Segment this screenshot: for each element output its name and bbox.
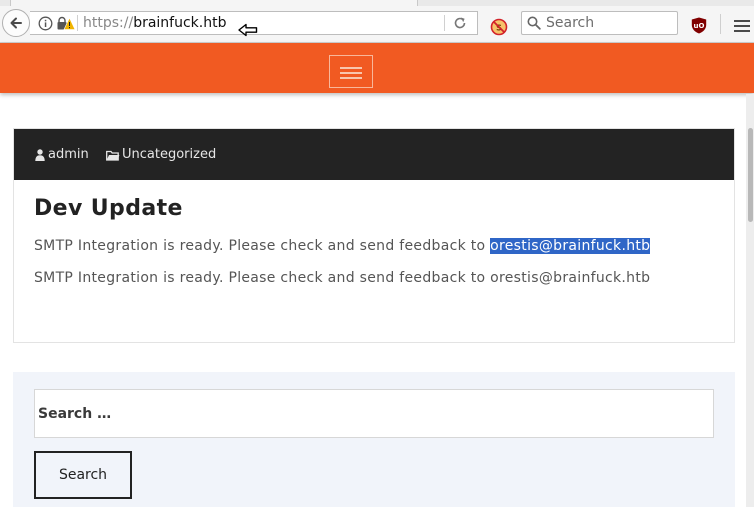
nav-toggle-bar	[340, 72, 362, 74]
back-arrow-icon	[10, 17, 22, 29]
post-content-line: SMTP Integration is ready. Please check …	[34, 237, 651, 255]
ublock-icon[interactable]: uO	[691, 17, 707, 34]
search-field[interactable]	[34, 389, 714, 438]
magnifier-icon	[527, 16, 541, 30]
svg-text:uO: uO	[694, 22, 705, 30]
post-author[interactable]: admin	[35, 147, 89, 163]
url-text[interactable]: https://brainfuck.htb	[83, 15, 226, 31]
url-scheme: https://	[83, 15, 134, 31]
site-header	[0, 43, 754, 93]
post-category[interactable]: Uncategorized	[106, 147, 216, 163]
search-submit-button[interactable]: Search	[34, 451, 132, 499]
post-content-line: SMTP Integration is ready. Please check …	[34, 270, 651, 286]
post-article: admin Uncategorized Dev Update SMTP Inte…	[13, 128, 735, 343]
noscript-icon[interactable]: S	[490, 18, 508, 36]
back-button[interactable]	[2, 9, 30, 37]
browser-search-placeholder: Search	[546, 15, 595, 31]
post-author-name[interactable]: admin	[48, 147, 89, 163]
nav-toggle-bar	[340, 77, 362, 79]
scrollbar-thumb[interactable]	[748, 128, 753, 222]
post-content-text: SMTP Integration is ready. Please check …	[34, 238, 491, 254]
search-input[interactable]	[35, 390, 713, 437]
browser-search-bar[interactable]: Search	[521, 11, 678, 35]
browser-toolbar: https://brainfuck.htb S Search uO	[0, 6, 754, 43]
nav-toggle-button[interactable]	[329, 55, 373, 88]
post-category-name[interactable]: Uncategorized	[122, 147, 216, 163]
search-widget: Search	[13, 372, 735, 507]
nav-toggle-bar	[340, 67, 362, 69]
url-host: brainfuck.htb	[133, 15, 227, 31]
info-icon[interactable]	[38, 16, 53, 31]
post-title[interactable]: Dev Update	[34, 195, 183, 223]
selected-email-text[interactable]: orestis@brainfuck.htb	[490, 238, 651, 254]
hamburger-menu-icon[interactable]	[734, 20, 750, 32]
mouse-cursor-icon	[238, 23, 258, 37]
folder-icon	[106, 150, 120, 161]
insecure-lock-icon[interactable]	[56, 16, 75, 31]
url-separator	[77, 15, 78, 31]
url-separator-right	[444, 15, 445, 31]
reload-icon[interactable]	[453, 16, 467, 30]
toolbar-separator	[720, 14, 721, 34]
post-meta-bar: admin Uncategorized	[14, 129, 734, 180]
user-icon	[35, 149, 45, 161]
